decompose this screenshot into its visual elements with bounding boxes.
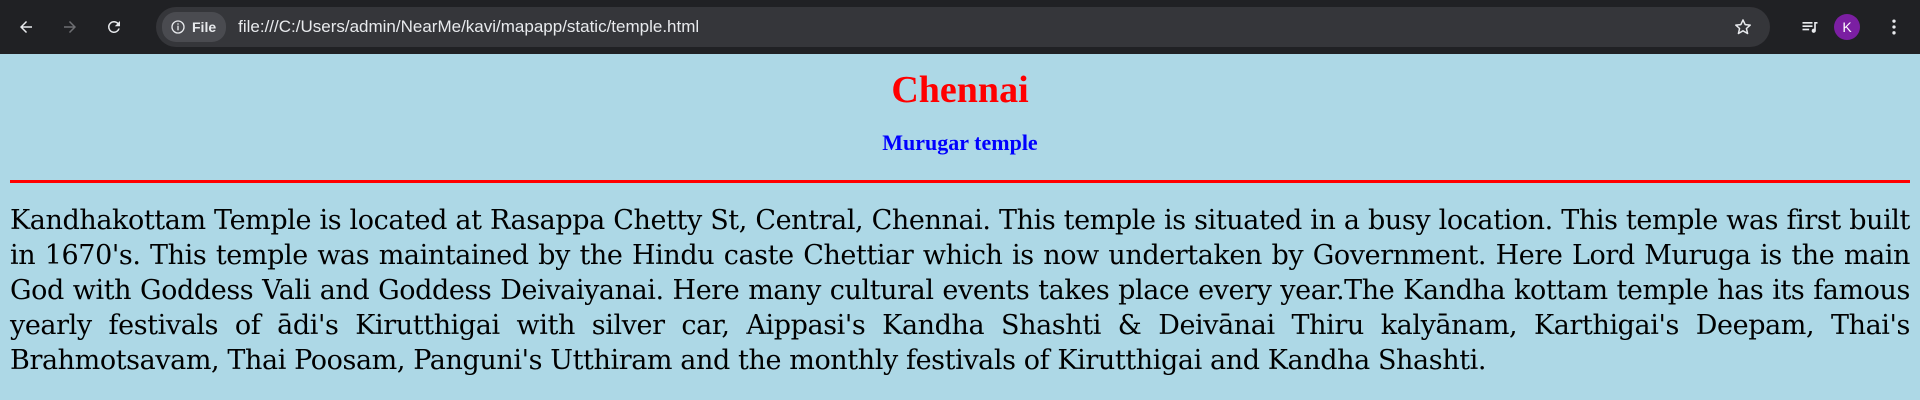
page-content: Chennai Murugar temple Kandhakottam Temp…	[0, 68, 1920, 378]
profile-avatar[interactable]: K	[1834, 14, 1860, 40]
reload-button[interactable]	[98, 11, 130, 43]
page-subtitle: Murugar temple	[882, 129, 1038, 155]
reload-icon	[107, 20, 120, 33]
temple-description: Kandhakottam Temple is located at Rasapp…	[10, 204, 1910, 376]
bookmark-button[interactable]	[1728, 12, 1758, 42]
info-icon	[171, 20, 185, 34]
arrow-right-icon	[64, 21, 76, 33]
site-info-chip[interactable]: File	[162, 12, 227, 42]
browser-toolbar: File file:///C:/Users/admin/NearMe/kavi/…	[0, 0, 1920, 54]
media-control-button[interactable]	[1794, 11, 1826, 43]
forward-button[interactable]	[54, 11, 86, 43]
kebab-menu-icon	[1892, 19, 1896, 35]
back-button[interactable]	[10, 11, 42, 43]
playlist-icon	[1802, 22, 1818, 33]
url-text[interactable]: file:///C:/Users/admin/NearMe/kavi/mapap…	[238, 17, 1728, 37]
page-title: Chennai	[891, 69, 1029, 111]
browser-menu-button[interactable]	[1878, 11, 1910, 43]
site-chip-label: File	[192, 19, 217, 35]
star-icon	[1735, 19, 1751, 35]
divider	[10, 179, 1910, 183]
arrow-left-icon	[20, 21, 32, 33]
address-bar[interactable]: File file:///C:/Users/admin/NearMe/kavi/…	[156, 7, 1770, 47]
